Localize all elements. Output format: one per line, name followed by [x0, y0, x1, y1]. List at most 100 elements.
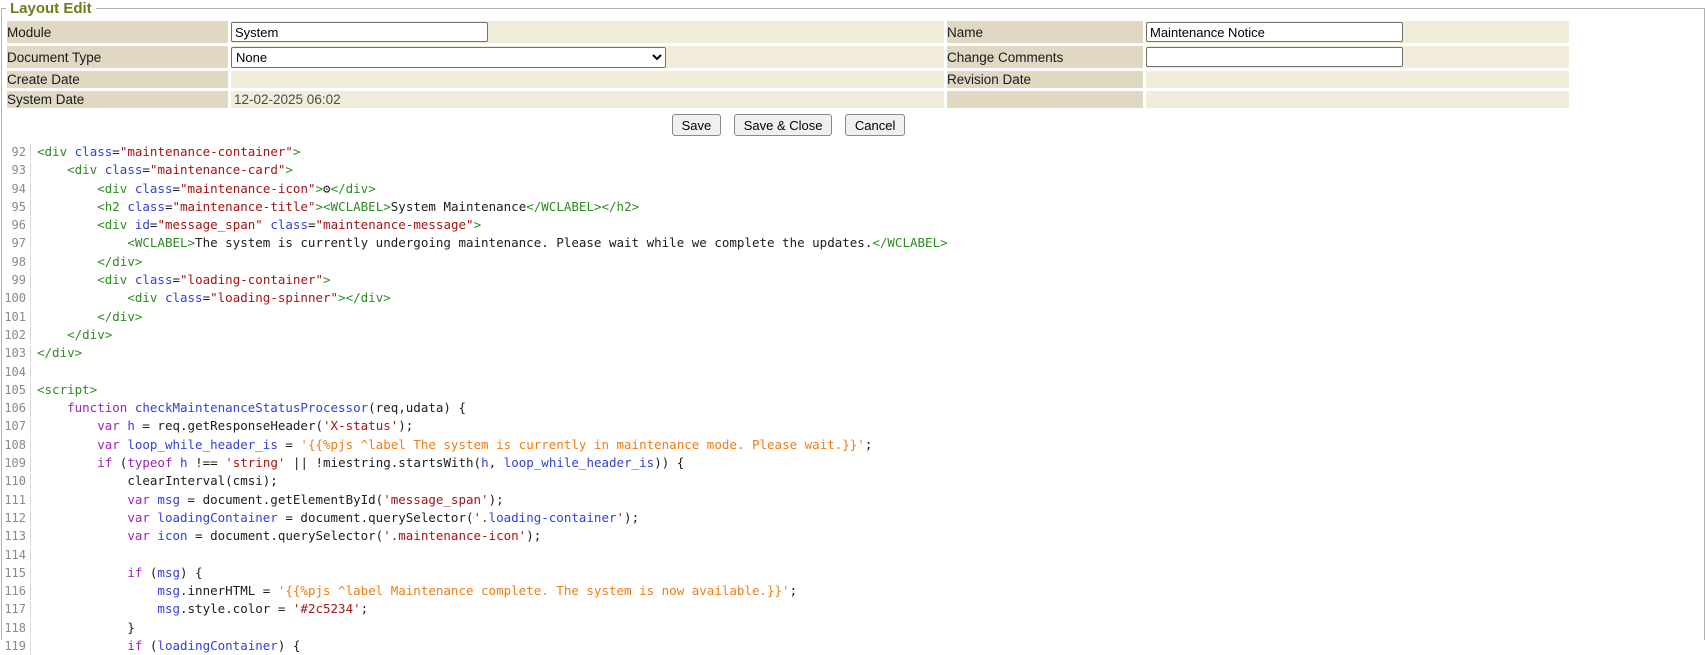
line-number: 103	[4, 345, 31, 362]
create-date-label: Create Date	[7, 71, 228, 88]
code-line: 110 clearInterval(cmsi);	[4, 472, 1702, 490]
line-number: 117	[4, 601, 31, 618]
code-line: 119 if (loadingContainer) {	[4, 637, 1702, 655]
line-number: 97	[4, 235, 31, 252]
code-line: 93 <div class="maintenance-card">	[4, 161, 1702, 179]
code-text: </div>	[37, 309, 142, 324]
code-text: <h2 class="maintenance-title"><WCLABEL>S…	[37, 199, 639, 214]
code-line: 103 </div>	[4, 344, 1702, 362]
code-text: var h = req.getResponseHeader('X-status'…	[37, 418, 413, 433]
line-number: 93	[4, 162, 31, 179]
line-number: 98	[4, 254, 31, 271]
code-line: 100 <div class="loading-spinner"></div>	[4, 289, 1702, 307]
code-text: if (loadingContainer) {	[37, 638, 300, 653]
line-number: 110	[4, 473, 31, 490]
code-text: var loadingContainer = document.querySel…	[37, 510, 639, 525]
code-text: if (msg) {	[37, 565, 203, 580]
code-line: 108 var loop_while_header_is = '{{%pjs ^…	[4, 436, 1702, 454]
line-number: 107	[4, 418, 31, 435]
code-line: 101 </div>	[4, 308, 1702, 326]
code-line: 113 var icon = document.querySelector('.…	[4, 527, 1702, 545]
code-text: msg.style.color = '#2c5234';	[37, 601, 368, 616]
change-comments-label: Change Comments	[947, 46, 1143, 68]
line-number: 113	[4, 528, 31, 545]
empty-label-cell	[947, 91, 1143, 108]
layout-edit-panel: Layout Edit Module Name Document Type No…	[1, 0, 1705, 640]
line-number: 118	[4, 620, 31, 637]
code-line: 98 </div>	[4, 253, 1702, 271]
line-number: 116	[4, 583, 31, 600]
code-line: 114	[4, 546, 1702, 564]
document-type-label: Document Type	[7, 46, 228, 68]
code-text: </div>	[37, 345, 82, 360]
code-line: 112 var loadingContainer = document.quer…	[4, 509, 1702, 527]
line-number: 119	[4, 638, 31, 655]
code-text: var msg = document.getElementById('messa…	[37, 492, 504, 507]
form-row-doctype-comments: Document Type None Change Comments	[7, 46, 1569, 68]
line-number: 114	[4, 547, 31, 564]
code-text: if (typeof h !== 'string' || !miestring.…	[37, 455, 684, 470]
code-line: 116 msg.innerHTML = '{{%pjs ^label Maint…	[4, 582, 1702, 600]
code-line: 102 </div>	[4, 326, 1702, 344]
document-type-select[interactable]: None	[231, 47, 666, 68]
panel-title: Layout Edit	[6, 0, 96, 17]
code-line: 92 <div class="maintenance-container">	[4, 143, 1702, 161]
code-text: <div class="loading-spinner"></div>	[37, 290, 391, 305]
layout-edit-form: Module Name Document Type None Change Co…	[4, 18, 1572, 111]
system-date-value: 12-02-2025 06:02	[231, 92, 341, 107]
code-text: <div class="maintenance-container">	[37, 144, 300, 159]
line-number: 101	[4, 309, 31, 326]
code-text: <div class="maintenance-icon">⚙</div>	[37, 181, 376, 196]
code-line: 96 <div id="message_span" class="mainten…	[4, 216, 1702, 234]
code-text: var icon = document.querySelector('.main…	[37, 528, 541, 543]
line-number: 94	[4, 181, 31, 198]
code-line: 97 <WCLABEL>The system is currently unde…	[4, 234, 1702, 252]
line-number: 111	[4, 492, 31, 509]
line-number: 109	[4, 455, 31, 472]
line-number: 108	[4, 437, 31, 454]
code-text: </div>	[37, 327, 112, 342]
save-button[interactable]: Save	[672, 114, 722, 136]
line-number: 115	[4, 565, 31, 582]
code-text: msg.innerHTML = '{{%pjs ^label Maintenan…	[37, 583, 797, 598]
form-row-system-date: System Date 12-02-2025 06:02	[7, 91, 1569, 108]
line-number: 92	[4, 144, 31, 161]
form-actions: Save Save & Close Cancel	[4, 111, 1573, 140]
revision-date-label: Revision Date	[947, 71, 1143, 88]
form-row-create-revision: Create Date Revision Date	[7, 71, 1569, 88]
code-line: 115 if (msg) {	[4, 564, 1702, 582]
code-line: 109 if (typeof h !== 'string' || !miestr…	[4, 454, 1702, 472]
cancel-button[interactable]: Cancel	[845, 114, 905, 136]
code-text: <WCLABEL>The system is currently undergo…	[37, 235, 948, 250]
code-text: <script>	[37, 382, 97, 397]
code-line: 106 function checkMaintenanceStatusProce…	[4, 399, 1702, 417]
code-line: 104	[4, 363, 1702, 381]
line-number: 95	[4, 199, 31, 216]
module-input[interactable]	[231, 22, 488, 42]
code-line: 95 <h2 class="maintenance-title"><WCLABE…	[4, 198, 1702, 216]
code-text: clearInterval(cmsi);	[37, 473, 278, 488]
code-line: 94 <div class="maintenance-icon">⚙</div>	[4, 180, 1702, 198]
code-text: <div class="loading-container">	[37, 272, 331, 287]
code-line: 111 var msg = document.getElementById('m…	[4, 491, 1702, 509]
name-label: Name	[947, 21, 1143, 43]
code-line: 99 <div class="loading-container">	[4, 271, 1702, 289]
code-text: }	[37, 620, 135, 635]
code-line: 118 }	[4, 619, 1702, 637]
code-text: var loop_while_header_is = '{{%pjs ^labe…	[37, 437, 872, 452]
line-number: 104	[4, 364, 31, 381]
change-comments-input[interactable]	[1146, 47, 1403, 67]
code-text: </div>	[37, 254, 142, 269]
form-row-module-name: Module Name	[7, 21, 1569, 43]
system-date-label: System Date	[7, 91, 228, 108]
save-and-close-button[interactable]: Save & Close	[734, 114, 833, 136]
line-number: 96	[4, 217, 31, 234]
line-number: 106	[4, 400, 31, 417]
code-line: 107 var h = req.getResponseHeader('X-sta…	[4, 417, 1702, 435]
code-text: function checkMaintenanceStatusProcessor…	[37, 400, 466, 415]
line-number: 100	[4, 290, 31, 307]
module-label: Module	[7, 21, 228, 43]
line-number: 102	[4, 327, 31, 344]
name-input[interactable]	[1146, 22, 1403, 42]
code-editor[interactable]: 92 <div class="maintenance-container"> 93 …	[4, 143, 1702, 655]
